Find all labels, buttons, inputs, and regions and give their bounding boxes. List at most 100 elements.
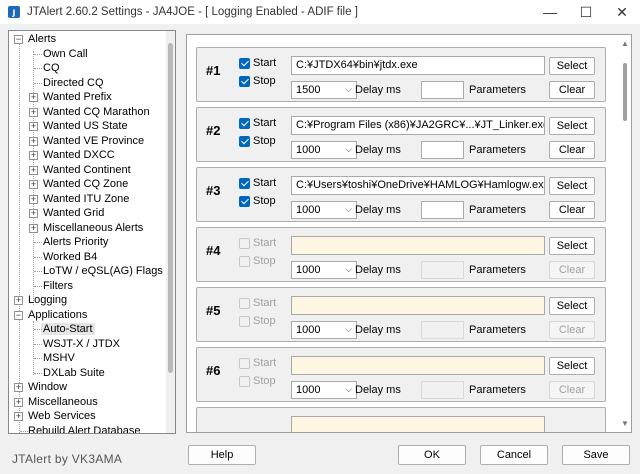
- expand-icon[interactable]: +: [29, 209, 38, 218]
- tree-item-wanted-dxcc[interactable]: + Wanted DXCC: [9, 148, 117, 163]
- tree-item-alerts[interactable]: − Alerts: [13, 32, 58, 47]
- tree-item-window[interactable]: + Window: [13, 380, 69, 395]
- tree-item-mshv[interactable]: MSHV: [9, 351, 77, 366]
- tree-item-rebuild-alert-database[interactable]: Rebuild Alert Database: [13, 424, 143, 433]
- delay-select[interactable]: 1500 ⌵: [291, 81, 357, 99]
- start-checkbox[interactable]: [239, 238, 250, 249]
- expand-icon[interactable]: +: [14, 397, 23, 407]
- settings-tree[interactable]: − Alerts Own Call CQ Directed CQ + Wante…: [8, 30, 176, 434]
- ok-button[interactable]: OK: [398, 445, 466, 465]
- tree-scrollbar-thumb[interactable]: [168, 43, 173, 373]
- expand-icon[interactable]: +: [29, 165, 38, 175]
- scroll-up-icon[interactable]: ▲: [621, 39, 629, 48]
- help-button[interactable]: Help: [188, 445, 256, 465]
- select-button[interactable]: Select: [549, 57, 595, 75]
- parameters-input[interactable]: [421, 81, 464, 99]
- stop-checkbox[interactable]: [239, 256, 250, 267]
- tree-item-auto-start[interactable]: Auto-Start: [9, 322, 95, 337]
- expand-icon[interactable]: +: [29, 223, 38, 233]
- tree-item-applications[interactable]: − Applications: [13, 308, 89, 323]
- clear-button[interactable]: Clear: [549, 261, 595, 279]
- select-button[interactable]: Select: [549, 117, 595, 135]
- minimize-button[interactable]: —: [532, 0, 568, 24]
- tree-item-own-call[interactable]: Own Call: [9, 47, 90, 62]
- tree-item-alerts-priority[interactable]: Alerts Priority: [9, 235, 110, 250]
- tree-item-wanted-itu-zone[interactable]: + Wanted ITU Zone: [9, 192, 131, 207]
- clear-button[interactable]: Clear: [549, 381, 595, 399]
- app-path-input[interactable]: [291, 416, 545, 432]
- delay-select[interactable]: 1000 ⌵: [291, 141, 357, 159]
- tree-item-cq[interactable]: CQ: [9, 61, 62, 76]
- app-path-input[interactable]: C:¥JTDX64¥bin¥jtdx.exe: [291, 56, 545, 75]
- tree-item-miscellaneous[interactable]: + Miscellaneous: [13, 395, 100, 410]
- delay-select[interactable]: 1000 ⌵: [291, 321, 357, 339]
- parameters-input[interactable]: [421, 201, 464, 219]
- save-button[interactable]: Save: [562, 445, 630, 465]
- tree-item-dxlab-suite[interactable]: DXLab Suite: [9, 366, 107, 381]
- expand-icon[interactable]: +: [29, 122, 38, 131]
- tree-item-wanted-us-state[interactable]: + Wanted US State: [9, 119, 130, 134]
- close-button[interactable]: ✕: [604, 0, 640, 24]
- delay-select[interactable]: 1000 ⌵: [291, 381, 357, 399]
- start-checkbox[interactable]: [239, 178, 250, 189]
- clear-button[interactable]: Clear: [549, 321, 595, 339]
- select-button[interactable]: Select: [549, 297, 595, 315]
- app-path-input[interactable]: [291, 296, 545, 315]
- stop-checkbox[interactable]: [239, 136, 250, 147]
- select-button[interactable]: Select: [549, 357, 595, 375]
- panel-scrollbar-thumb[interactable]: [623, 63, 627, 121]
- expand-icon[interactable]: +: [29, 107, 38, 117]
- tree-item-filters[interactable]: Filters: [9, 279, 75, 294]
- cancel-button[interactable]: Cancel: [480, 445, 548, 465]
- tree-item-lotw-eqsl-flags[interactable]: LoTW / eQSL(AG) Flags: [9, 264, 165, 279]
- tree-item-wanted-cq-marathon[interactable]: + Wanted CQ Marathon: [9, 105, 152, 120]
- select-button[interactable]: Select: [549, 177, 595, 195]
- tree-scrollbar[interactable]: [166, 31, 175, 433]
- tree-item-wsjtx-jtdx[interactable]: WSJT-X / JTDX: [9, 337, 122, 352]
- parameters-input[interactable]: [421, 141, 464, 159]
- expand-icon[interactable]: +: [29, 194, 38, 204]
- clear-button[interactable]: Clear: [549, 201, 595, 219]
- stop-checkbox[interactable]: [239, 76, 250, 87]
- expand-icon[interactable]: +: [14, 296, 23, 305]
- expand-icon[interactable]: +: [29, 151, 38, 160]
- tree-item-wanted-grid[interactable]: + Wanted Grid: [9, 206, 106, 221]
- start-checkbox[interactable]: [239, 298, 250, 309]
- stop-checkbox[interactable]: [239, 376, 250, 387]
- expand-icon[interactable]: +: [14, 383, 23, 392]
- tree-item-worked-b4[interactable]: Worked B4: [9, 250, 99, 265]
- delay-select[interactable]: 1000 ⌵: [291, 261, 357, 279]
- tree-item-wanted-cq-zone[interactable]: + Wanted CQ Zone: [9, 177, 130, 192]
- parameters-input[interactable]: [421, 381, 464, 399]
- app-path-input[interactable]: C:¥Users¥toshi¥OneDrive¥HAMLOG¥Hamlogw.e…: [291, 176, 545, 195]
- scroll-down-icon[interactable]: ▼: [621, 419, 629, 428]
- tree-item-wanted-prefix[interactable]: + Wanted Prefix: [9, 90, 114, 105]
- collapse-icon[interactable]: −: [14, 35, 23, 44]
- app-path-input[interactable]: C:¥Program Files (x86)¥JA2GRC¥...¥JT_Lin…: [291, 116, 545, 135]
- expand-icon[interactable]: +: [29, 136, 38, 146]
- tree-item-logging[interactable]: + Logging: [13, 293, 69, 308]
- tree-item-wanted-ve-province[interactable]: + Wanted VE Province: [9, 134, 146, 149]
- tree-item-miscellaneous-alerts[interactable]: + Miscellaneous Alerts: [9, 221, 145, 236]
- clear-button[interactable]: Clear: [549, 81, 595, 99]
- clear-button[interactable]: Clear: [549, 141, 595, 159]
- parameters-input[interactable]: [421, 261, 464, 279]
- expand-icon[interactable]: +: [14, 412, 23, 421]
- maximize-button[interactable]: ☐: [568, 0, 604, 24]
- tree-item-directed-cq[interactable]: Directed CQ: [9, 76, 106, 91]
- tree-item-wanted-continent[interactable]: + Wanted Continent: [9, 163, 133, 178]
- start-checkbox[interactable]: [239, 58, 250, 69]
- stop-checkbox[interactable]: [239, 196, 250, 207]
- expand-icon[interactable]: +: [29, 93, 38, 102]
- tree-item-web-services[interactable]: + Web Services: [13, 409, 98, 424]
- start-checkbox[interactable]: [239, 118, 250, 129]
- expand-icon[interactable]: +: [29, 180, 38, 189]
- start-checkbox[interactable]: [239, 358, 250, 369]
- delay-select[interactable]: 1000 ⌵: [291, 201, 357, 219]
- select-button[interactable]: Select: [549, 237, 595, 255]
- collapse-icon[interactable]: −: [14, 310, 23, 320]
- stop-checkbox[interactable]: [239, 316, 250, 327]
- parameters-input[interactable]: [421, 321, 464, 339]
- panel-scrollbar[interactable]: ▲ ▼: [621, 39, 629, 429]
- app-path-input[interactable]: [291, 236, 545, 255]
